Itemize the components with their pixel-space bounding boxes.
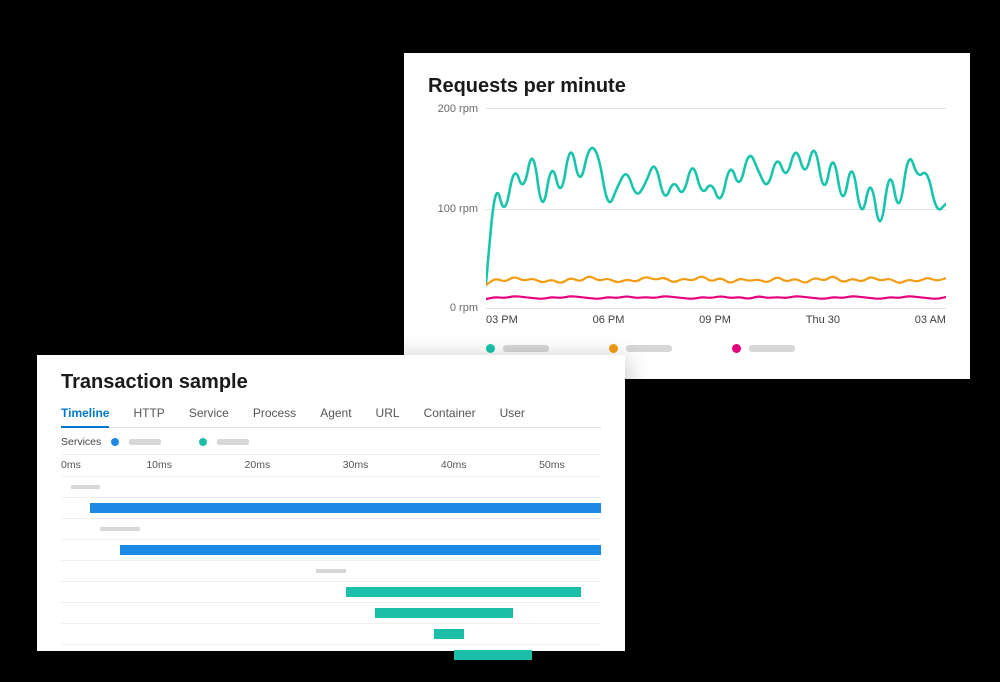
tx-span-row (61, 603, 601, 624)
tab-timeline[interactable]: Timeline (61, 402, 109, 428)
span-bar[interactable] (120, 545, 601, 555)
span-bar[interactable] (375, 608, 512, 618)
circle-icon (609, 344, 618, 353)
rpm-y-tick: 0 rpm (428, 302, 478, 314)
rpm-legend-item-pink[interactable] (732, 344, 795, 353)
tx-span-row (61, 498, 601, 519)
rpm-y-tick: 200 rpm (428, 103, 478, 115)
tx-span-row (61, 540, 601, 561)
tx-time-axis: 0ms 10ms 20ms 30ms 40ms 50ms (61, 455, 601, 477)
rpm-legend-item-teal[interactable] (486, 344, 549, 353)
tx-time-tick: 40ms (441, 459, 467, 471)
span-bar[interactable] (90, 503, 601, 513)
legend-placeholder-bar (129, 439, 161, 445)
line-series (486, 148, 946, 283)
tx-time-tick: 10ms (146, 459, 172, 471)
tab-agent[interactable]: Agent (320, 402, 351, 427)
span-bar[interactable] (316, 569, 345, 573)
tx-span-row (61, 477, 601, 498)
tx-tabs: Timeline HTTP Service Process Agent URL … (61, 402, 601, 428)
rpm-legend (486, 344, 946, 353)
circle-icon (199, 438, 207, 446)
legend-placeholder-bar (626, 345, 672, 352)
transaction-sample-panel: Transaction sample Timeline HTTP Service… (37, 355, 625, 651)
circle-icon (111, 438, 119, 446)
rpm-y-tick: 100 rpm (428, 203, 478, 215)
tx-services-legend: Services (61, 428, 601, 455)
legend-placeholder-bar (749, 345, 795, 352)
rpm-panel-title: Requests per minute (428, 75, 946, 98)
tab-process[interactable]: Process (253, 402, 296, 427)
span-bar[interactable] (454, 650, 533, 660)
tx-span-row (61, 582, 601, 603)
span-bar[interactable] (346, 587, 582, 597)
tx-time-tick: 0ms (61, 459, 81, 471)
circle-icon (486, 344, 495, 353)
tab-service[interactable]: Service (189, 402, 229, 427)
tx-time-tick: 30ms (343, 459, 369, 471)
requests-per-minute-panel: Requests per minute 200 rpm 100 rpm 0 rp… (404, 53, 970, 379)
rpm-x-tick: 09 PM (699, 314, 731, 326)
rpm-x-tick: 03 PM (486, 314, 518, 326)
tx-span-row (61, 519, 601, 540)
tx-span-row (61, 624, 601, 645)
span-bar[interactable] (100, 527, 139, 531)
span-bar[interactable] (434, 629, 463, 639)
legend-placeholder-bar (217, 439, 249, 445)
rpm-x-tick: Thu 30 (806, 314, 840, 326)
line-series (486, 296, 946, 299)
services-label: Services (61, 436, 101, 448)
tx-span-row (61, 561, 601, 582)
rpm-legend-item-orange[interactable] (609, 344, 672, 353)
tab-http[interactable]: HTTP (133, 402, 164, 427)
tx-panel-title: Transaction sample (61, 371, 601, 394)
tx-time-tick: 50ms (539, 459, 565, 471)
rpm-line-chart (486, 109, 946, 308)
tab-url[interactable]: URL (376, 402, 400, 427)
span-bar[interactable] (71, 485, 100, 489)
tab-container[interactable]: Container (424, 402, 476, 427)
rpm-x-tick: 06 PM (593, 314, 625, 326)
tx-span-row (61, 645, 601, 666)
tx-time-tick: 20ms (245, 459, 271, 471)
legend-placeholder-bar (503, 345, 549, 352)
tab-user[interactable]: User (500, 402, 525, 427)
circle-icon (732, 344, 741, 353)
rpm-x-tick: 03 AM (915, 314, 946, 326)
rpm-x-axis: 03 PM 06 PM 09 PM Thu 30 03 AM (486, 308, 946, 326)
rpm-chart: 200 rpm 100 rpm 0 rpm (486, 108, 946, 308)
line-series (486, 277, 946, 285)
tx-span-rows (61, 477, 601, 666)
